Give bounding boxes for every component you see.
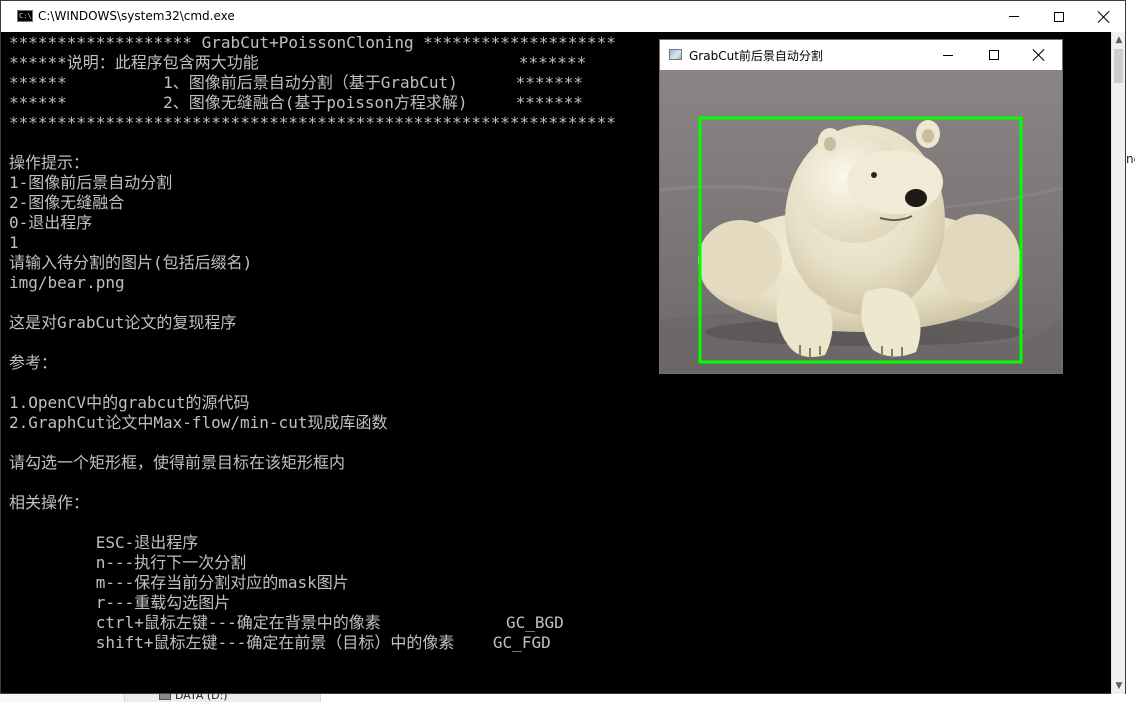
console-line: 请勾选一个矩形框，使得前景目标在该矩形框内 [9, 453, 346, 472]
image-window-icon [669, 49, 682, 60]
console-line: 0-退出程序 [9, 213, 93, 232]
console-title: C:\WINDOWS\system32\cmd.exe [38, 9, 235, 23]
minimize-button[interactable] [991, 1, 1037, 32]
console-line: 2.GraphCut论文中Max-flow/min-cut现成库函数 [9, 413, 388, 432]
maximize-button[interactable] [1036, 1, 1082, 32]
console-line: 请输入待分割的图片(包括后缀名) [9, 253, 253, 272]
console-line: ESC-退出程序 [9, 533, 199, 552]
image-window-titlebar[interactable]: GrabCut前后景自动分割 [660, 40, 1062, 70]
image-canvas[interactable] [660, 70, 1062, 373]
scroll-down-button[interactable]: ▼ [1112, 678, 1126, 694]
maximize-icon [989, 50, 999, 60]
console-line: m---保存当前分割对应的mask图片 [9, 573, 349, 592]
minimize-icon [1009, 16, 1019, 17]
console-titlebar[interactable]: C:\ C:\WINDOWS\system32\cmd.exe [1, 1, 1125, 32]
close-button[interactable] [1081, 1, 1127, 32]
console-line: ****************************************… [9, 113, 616, 132]
background-text-fragment: ng [1126, 152, 1135, 166]
chevron-up-icon: ▲ [1115, 35, 1123, 45]
console-line: n---执行下一次分割 [9, 553, 247, 572]
maximize-icon [1054, 11, 1064, 22]
console-line: ****** 1、图像前后景自动分割（基于GrabCut) ******* [9, 73, 584, 92]
console-line: ****** 2、图像无缝融合(基于poisson方程求解) ******* [9, 93, 584, 112]
console-line: 这是对GrabCut论文的复现程序 [9, 313, 237, 332]
image-window-minimize-button[interactable] [925, 40, 971, 70]
console-line: 1.OpenCV中的grabcut的源代码 [9, 393, 250, 412]
console-line: 参考： [9, 353, 58, 372]
scroll-thumb[interactable] [1114, 49, 1123, 83]
image-window-close-button[interactable] [1016, 40, 1062, 70]
console-line: ctrl+鼠标左键---确定在背景中的像素 GC_BGD [9, 613, 564, 632]
console-line: 操作提示： [9, 153, 90, 172]
polar-bear-photo [660, 70, 1062, 373]
console-line: 2-图像无缝融合 [9, 193, 125, 212]
console-line: img/bear.png [9, 273, 125, 292]
image-window-maximize-button[interactable] [971, 40, 1017, 70]
close-icon [1098, 11, 1110, 23]
console-line: 1-图像前后景自动分割 [9, 173, 173, 192]
image-window-title: GrabCut前后景自动分割 [689, 49, 823, 63]
minimize-icon [943, 54, 953, 56]
console-line: shift+鼠标左键---确定在前景（目标）中的像素 GC_FGD [9, 633, 551, 652]
console-line: ******************* GrabCut+PoissonCloni… [9, 33, 616, 52]
scroll-up-button[interactable]: ▲ [1112, 32, 1126, 48]
cmd-icon: C:\ [17, 10, 33, 22]
vertical-scrollbar[interactable]: ▲ ▼ [1111, 32, 1125, 694]
grabcut-image-window: GrabCut前后景自动分割 [659, 39, 1063, 374]
console-line: 相关操作： [9, 493, 90, 512]
chevron-down-icon: ▼ [1115, 681, 1123, 691]
console-line: 1 [9, 233, 19, 252]
console-line: r---重载勾选图片 [9, 593, 231, 612]
close-icon [1033, 49, 1045, 61]
console-line: ******说明：此程序包含两大功能 ******* [9, 53, 587, 72]
